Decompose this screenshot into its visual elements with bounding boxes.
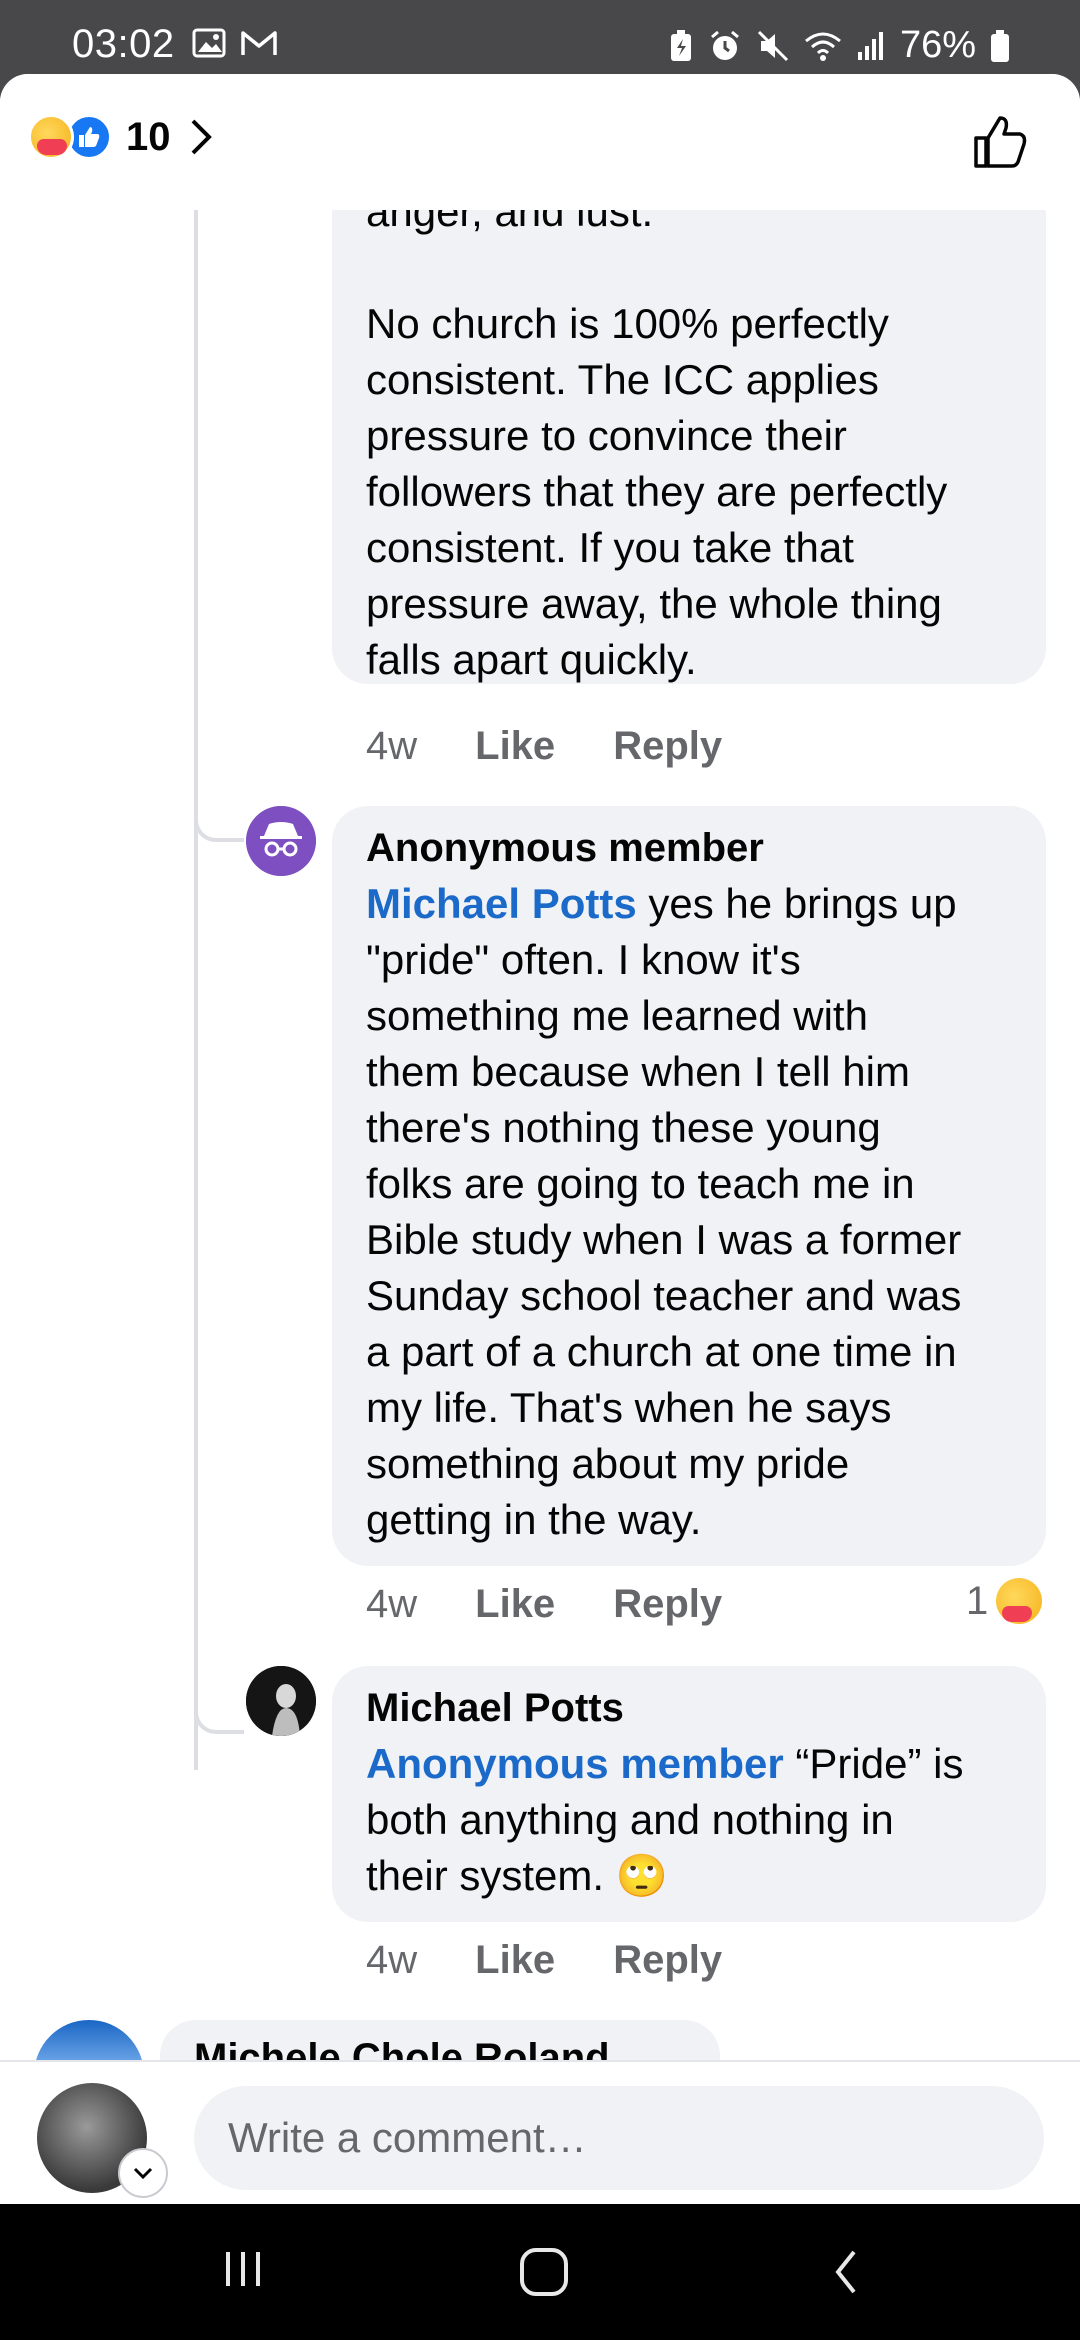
comment-text-line: followers that they are perfectly (366, 468, 948, 515)
comment-text-line: Bible study when I was a former (366, 1216, 962, 1263)
comment-text-line: their system. 🙄 (366, 1852, 669, 1899)
comment-author[interactable]: Michael Potts (366, 1680, 1012, 1736)
reply-button[interactable]: Reply (613, 1938, 722, 1983)
comment-time: 4w (366, 1582, 418, 1626)
mute-icon (757, 30, 788, 61)
back-icon[interactable] (826, 2244, 866, 2300)
comment-text-line: folks are going to teach me in (366, 1160, 915, 1207)
comments-sheet: 10 anger, and lust. No church is 100% pe… (0, 74, 1080, 2204)
reactions-summary[interactable]: 10 (28, 114, 213, 160)
gmail-icon (241, 31, 277, 55)
mention-link[interactable]: Anonymous member (366, 1740, 784, 1787)
recent-apps-icon[interactable] (218, 2244, 268, 2294)
comment-actions: 4w Like Reply (366, 1582, 722, 1627)
comment-reactions[interactable]: 1 (966, 1578, 1043, 1624)
reaction-count: 1 (966, 1578, 989, 1623)
comment-bubble: Anonymous member Michael Potts yes he br… (332, 806, 1046, 1566)
home-icon[interactable] (514, 2244, 574, 2300)
battery-saver-icon (670, 29, 691, 61)
comment-text-line (366, 240, 1012, 296)
profile-photo (246, 1666, 316, 1736)
thread-line (194, 210, 198, 1770)
status-time: 03:02 (72, 22, 175, 66)
comment-text-line: my life. That's when he says (366, 1384, 892, 1431)
comment-text-line: Anonymous member “Pride” is (366, 1740, 964, 1787)
system-nav-bar (0, 2204, 1080, 2340)
comment-text-line: something about my pride (366, 1440, 850, 1487)
comment-text-line: pressure to convince their (366, 412, 847, 459)
like-icon[interactable] (970, 112, 1030, 172)
reactions-header: 10 (0, 74, 1080, 210)
comment-author[interactable]: Anonymous member (366, 820, 1012, 876)
comment-text-line: them because when I tell him (366, 1048, 910, 1095)
like-button[interactable]: Like (475, 1938, 555, 1983)
like-button[interactable]: Like (475, 724, 555, 769)
comment-composer (0, 2060, 1080, 2204)
comment-text-line: getting in the way. (366, 1496, 702, 1543)
like-button[interactable]: Like (475, 1582, 555, 1627)
comment-text-line: consistent. If you take that (366, 524, 854, 571)
comment-actions: 4w Like Reply (366, 1938, 722, 1983)
comment-text-line: both anything and nothing in (366, 1796, 894, 1843)
comment-actions: 4w Like Reply (366, 724, 722, 769)
avatar[interactable] (246, 806, 316, 876)
reaction-count: 10 (126, 114, 171, 159)
comment-text-line: a part of a church at one time in (366, 1328, 957, 1375)
comment-text-line: there's nothing these young (366, 1104, 881, 1151)
wifi-icon (804, 32, 841, 61)
comment-time: 4w (366, 1938, 418, 1982)
incognito-icon (246, 806, 316, 876)
status-bar: 03:02 76% (0, 0, 1080, 80)
alarm-icon (710, 30, 739, 60)
mention-link[interactable]: Michael Potts (366, 880, 637, 927)
account-switcher-button[interactable] (118, 2148, 168, 2198)
chevron-down-icon (133, 2167, 153, 2180)
chevron-right-icon (191, 119, 212, 155)
avatar[interactable] (246, 1666, 316, 1736)
care-reaction-icon (996, 1578, 1043, 1624)
comment-time: 4w (366, 724, 418, 768)
comment-text-line: Sunday school teacher and was (366, 1272, 962, 1319)
care-reaction-icon (28, 114, 74, 160)
gallery-icon (192, 28, 226, 58)
comment-text-line: Michael Potts yes he brings up (366, 880, 957, 927)
thread-branch (194, 802, 244, 842)
thread-branch (194, 1694, 244, 1734)
comment-text-line: pressure away, the whole thing (366, 580, 942, 627)
comment-text-line: No church is 100% perfectly (366, 300, 889, 347)
comment-input[interactable] (194, 2086, 1044, 2190)
comment-text-line: "pride" often. I know it's (366, 936, 801, 983)
reply-button[interactable]: Reply (613, 724, 722, 769)
comment-bubble: Michael Potts Anonymous member “Pride” i… (332, 1666, 1046, 1922)
battery-icon (991, 29, 1009, 62)
battery-percent: 76% (899, 24, 976, 66)
comment-text-line: something me learned with (366, 992, 868, 1039)
comment-text-line: consistent. The ICC applies (366, 356, 879, 403)
comment-text-line: falls apart quickly. (366, 636, 697, 683)
comment-bubble: anger, and lust. No church is 100% perfe… (332, 154, 1046, 684)
signal-icon (857, 31, 883, 60)
reply-button[interactable]: Reply (613, 1582, 722, 1627)
